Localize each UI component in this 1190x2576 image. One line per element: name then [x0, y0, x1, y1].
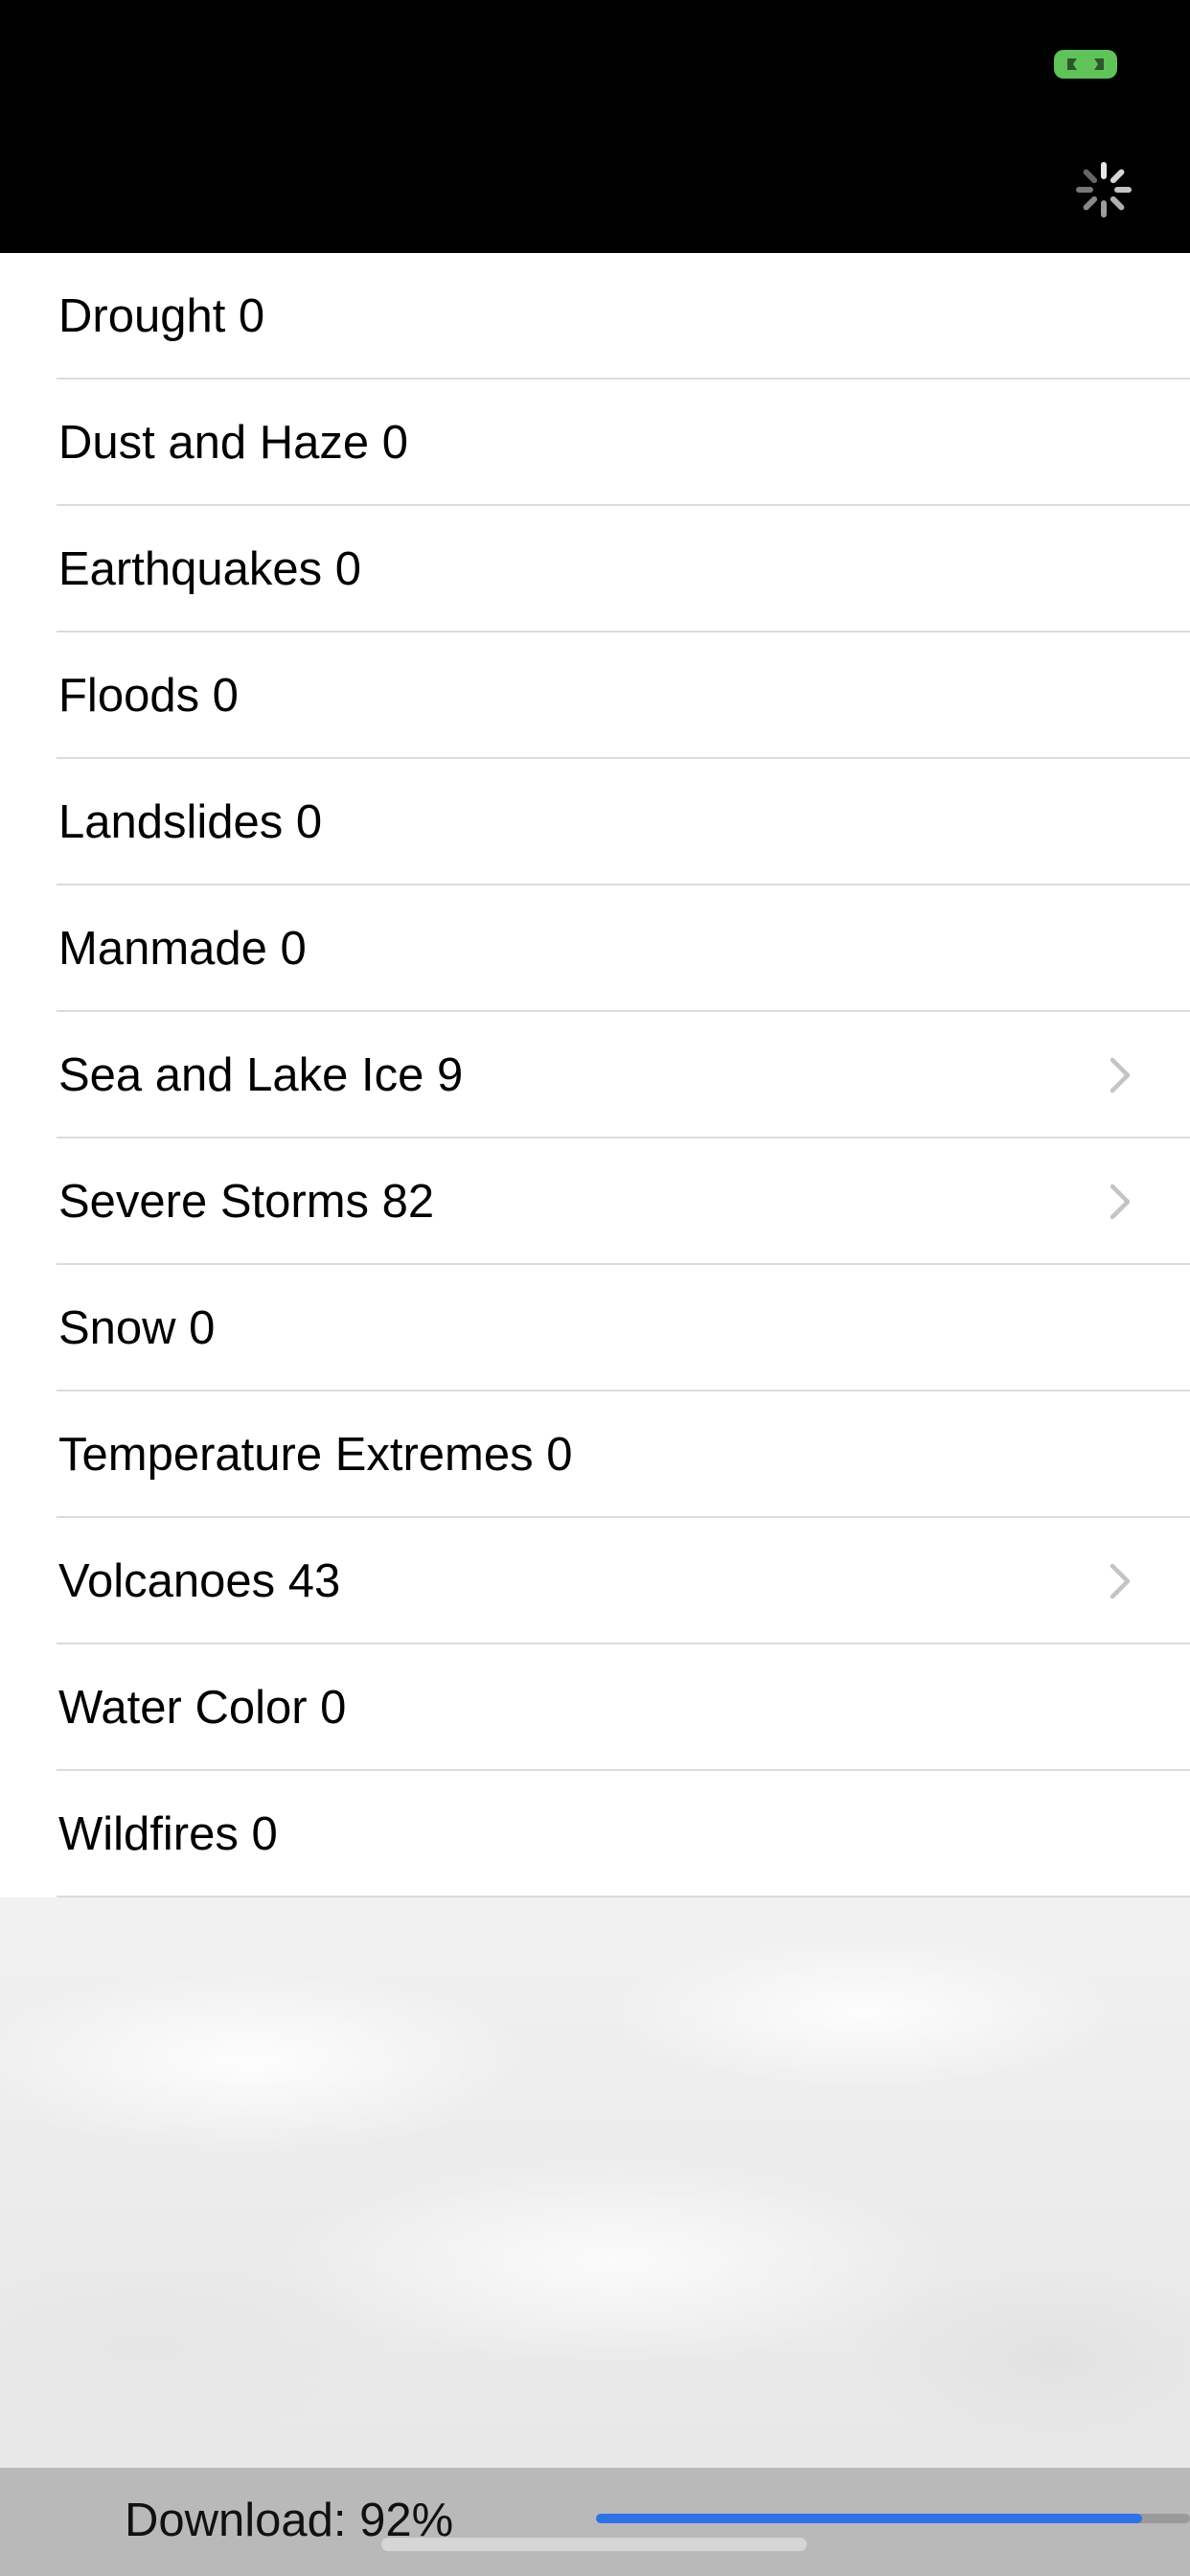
category-row[interactable]: Severe Storms 82 — [0, 1138, 1190, 1265]
category-row[interactable]: Volcanoes 43 — [0, 1518, 1190, 1644]
download-progress-fill — [596, 2514, 1143, 2523]
chevron-right-icon — [1110, 1184, 1131, 1220]
category-label: Dust and Haze 0 — [58, 417, 408, 469]
category-label: Sea and Lake Ice 9 — [58, 1049, 464, 1101]
category-label: Earthquakes 0 — [58, 543, 361, 595]
category-row[interactable]: Temperature Extremes 0 — [0, 1392, 1190, 1518]
chevron-right-icon — [1110, 1057, 1131, 1093]
category-label: Landslides 0 — [58, 796, 323, 848]
chevron-right-icon — [1110, 1563, 1131, 1599]
category-row[interactable]: Drought 0 — [0, 253, 1190, 380]
category-label: Temperature Extremes 0 — [58, 1429, 573, 1481]
status-bar — [0, 0, 1190, 253]
category-label: Severe Storms 82 — [58, 1176, 435, 1228]
category-label: Volcanoes 43 — [58, 1555, 341, 1607]
category-label: Wildfires 0 — [58, 1808, 278, 1860]
category-row[interactable]: Manmade 0 — [0, 886, 1190, 1012]
category-list: Drought 0 Dust and Haze 0 Earthquakes 0 Flo… — [0, 253, 1190, 1898]
category-label: Snow 0 — [58, 1302, 216, 1354]
activity-spinner-icon — [1073, 159, 1134, 220]
category-row[interactable]: Landslides 0 — [0, 759, 1190, 886]
category-row[interactable]: Snow 0 — [0, 1265, 1190, 1392]
category-row[interactable]: Sea and Lake Ice 9 — [0, 1012, 1190, 1138]
category-label: Water Color 0 — [58, 1682, 347, 1734]
category-row[interactable]: Water Color 0 — [0, 1644, 1190, 1771]
category-row[interactable]: Dust and Haze 0 — [0, 380, 1190, 506]
category-row[interactable]: Floods 0 — [0, 632, 1190, 759]
download-progress-bar — [596, 2514, 1190, 2523]
category-label: Floods 0 — [58, 670, 239, 722]
screen-recording-icon — [1054, 50, 1117, 79]
satellite-map-background — [0, 1898, 1190, 2468]
category-label: Manmade 0 — [58, 923, 307, 975]
home-indicator — [381, 2538, 807, 2551]
category-label: Drought 0 — [58, 290, 265, 342]
category-row[interactable]: Wildfires 0 — [0, 1771, 1190, 1898]
category-row[interactable]: Earthquakes 0 — [0, 506, 1190, 632]
